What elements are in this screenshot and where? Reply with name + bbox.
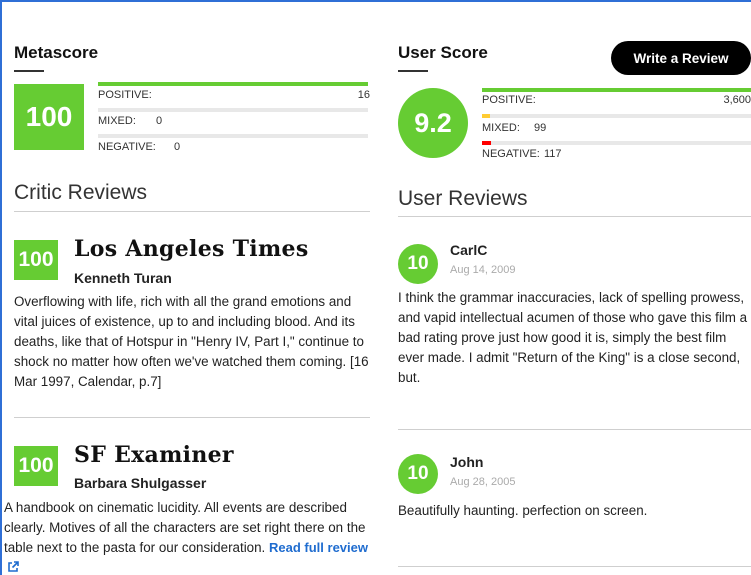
userscore-heading: User Score xyxy=(398,43,488,62)
user-mixed-row: MIXED: 99 xyxy=(482,122,751,136)
user-review-text: Beautifully haunting. perfection on scre… xyxy=(398,503,648,518)
meta-positive-bar xyxy=(98,82,368,86)
meta-negative-bar xyxy=(98,134,368,138)
meta-mixed-count: 0 xyxy=(156,115,163,127)
critic-name[interactable]: Barbara Shulgasser xyxy=(74,475,206,491)
meta-mixed-label: MIXED: xyxy=(98,115,136,127)
meta-mixed-bar xyxy=(98,108,368,112)
user-positive-bar-fill xyxy=(482,88,751,92)
critic-review-text: Overflowing with life, rich with all the… xyxy=(14,294,369,389)
user-reviews-heading: User Reviews xyxy=(398,187,528,210)
user-score-badge: 10 xyxy=(398,244,438,284)
meta-negative-row: NEGATIVE: 0 xyxy=(98,141,370,155)
critic-review-text-block: A handbook on cinematic lucidity. All ev… xyxy=(4,498,372,575)
userscore-heading-rule xyxy=(398,70,428,72)
meta-negative-label: NEGATIVE: xyxy=(98,141,156,153)
meta-positive-count: 16 xyxy=(357,89,370,101)
user-positive-row: POSITIVE: 3,600 xyxy=(482,94,751,108)
user-reviews-divider xyxy=(398,216,751,217)
review-date: Aug 28, 2005 xyxy=(450,476,516,488)
user-negative-bar xyxy=(482,141,751,145)
metascore-badge: 100 xyxy=(14,84,84,150)
username[interactable]: John xyxy=(450,454,483,470)
user-score-badge: 10 xyxy=(398,454,438,494)
username[interactable]: CarlC xyxy=(450,242,487,258)
publication-name[interactable]: SF Examiner xyxy=(74,442,234,468)
critic-score-badge: 100 xyxy=(14,240,58,280)
critic-reviews-divider xyxy=(14,211,370,212)
meta-positive-label: POSITIVE: xyxy=(98,89,152,101)
review-divider xyxy=(398,429,751,430)
metascore-heading-rule xyxy=(14,70,44,72)
user-negative-count: 117 xyxy=(544,148,562,160)
user-mixed-label: MIXED: xyxy=(482,122,520,134)
meta-positive-bar-fill xyxy=(98,82,368,86)
review-divider xyxy=(14,417,370,418)
critic-score-badge: 100 xyxy=(14,446,58,486)
user-mixed-bar xyxy=(482,114,751,118)
review-divider xyxy=(398,566,751,567)
user-positive-label: POSITIVE: xyxy=(482,94,536,106)
user-negative-label: NEGATIVE: xyxy=(482,148,540,160)
user-mixed-bar-fill xyxy=(482,114,491,118)
critic-name[interactable]: Kenneth Turan xyxy=(74,270,172,286)
user-mixed-count: 99 xyxy=(534,122,547,134)
user-positive-bar xyxy=(482,88,751,92)
user-negative-bar-fill xyxy=(482,141,491,145)
metascore-heading: Metascore xyxy=(14,43,99,62)
userscore-badge: 9.2 xyxy=(398,88,468,158)
user-negative-row: NEGATIVE: 117 xyxy=(482,148,751,162)
review-date: Aug 14, 2009 xyxy=(450,264,516,276)
external-link-icon[interactable] xyxy=(7,561,19,573)
critic-reviews-heading: Critic Reviews xyxy=(14,181,148,204)
meta-mixed-row: MIXED: 0 xyxy=(98,115,370,129)
user-positive-count: 3,600 xyxy=(723,94,751,106)
read-full-review-label[interactable]: Read full review xyxy=(269,540,368,555)
publication-name[interactable]: Los Angeles Times xyxy=(74,236,309,262)
meta-positive-row: POSITIVE: 16 xyxy=(98,89,370,103)
meta-negative-count: 0 xyxy=(174,141,181,153)
write-review-button[interactable]: Write a Review xyxy=(611,41,751,75)
user-review-text: I think the grammar inaccuracies, lack o… xyxy=(398,290,748,385)
